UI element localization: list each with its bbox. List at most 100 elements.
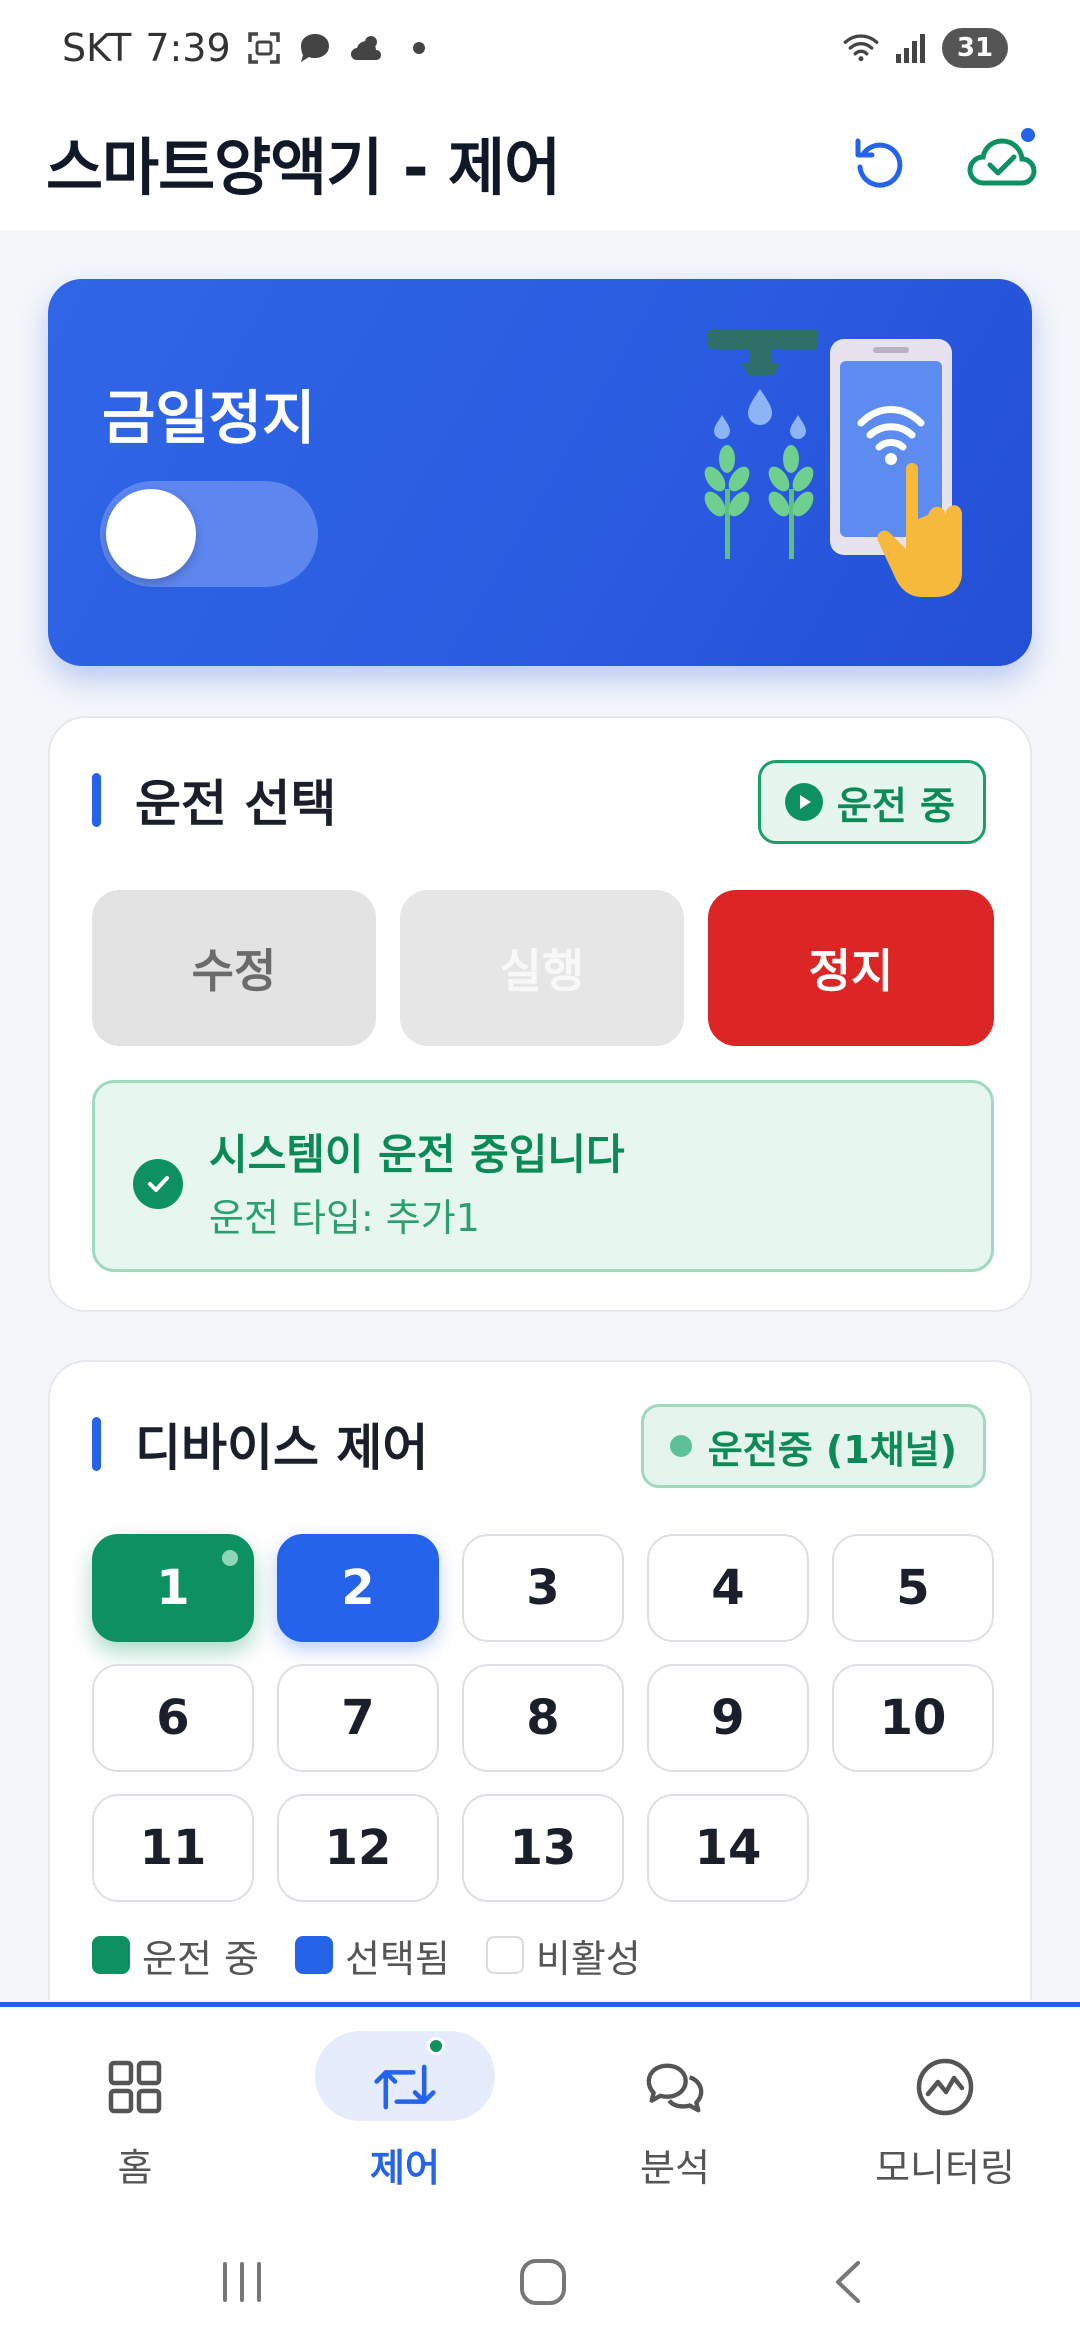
system-status-box: 시스템이 운전 중입니다 운전 타입: 추가1 xyxy=(92,1080,994,1272)
channel-label: 2 xyxy=(341,1560,375,1616)
operation-select-card: 운전 선택 운전 중 수정 실행 정지 시스템이 운전 중입니다 운전 타입: … xyxy=(48,716,1032,1312)
nav-active-badge xyxy=(427,2037,445,2055)
home-icon xyxy=(520,2259,566,2305)
channel-legend: 운전 중 선택됨 비활성 xyxy=(92,1928,677,1983)
channel-button-4[interactable]: 4 xyxy=(647,1534,809,1642)
channel-button-3[interactable]: 3 xyxy=(462,1534,624,1642)
today-stop-toggle[interactable] xyxy=(100,481,318,587)
run-button[interactable]: 실행 xyxy=(400,890,684,1046)
channel-button-2[interactable]: 2 xyxy=(277,1534,439,1642)
legend-running: 운전 중 xyxy=(92,1928,259,1983)
channel-button-13[interactable]: 13 xyxy=(462,1794,624,1902)
channel-running-dot-icon xyxy=(222,1550,238,1566)
carrier-label: SKT xyxy=(62,26,132,70)
device-section-header: 디바이스 제어 xyxy=(92,1414,428,1477)
legend-selected: 선택됨 xyxy=(294,1928,450,1983)
device-control-card: 디바이스 제어 운전중 (1채널) 1 2 3 4 5 6 7 8 9 10 11 12 13 14 운전… xyxy=(48,1360,1032,2000)
nav-item-control[interactable]: 제어 xyxy=(270,2007,540,2207)
operation-button-row: 수정 실행 정지 xyxy=(92,890,994,1046)
cloud-sync-button[interactable] xyxy=(962,123,1042,203)
status-bar-left: SKT 7:39 xyxy=(62,22,425,74)
nav-item-analysis[interactable]: 분석 xyxy=(540,2007,810,2207)
legend-inactive-label: 비활성 xyxy=(535,1936,641,1981)
channel-button-11[interactable]: 11 xyxy=(92,1794,254,1902)
running-status-label: 운전 중 xyxy=(836,783,955,828)
nav-label-control: 제어 xyxy=(370,2146,440,2190)
back-icon xyxy=(836,2261,860,2303)
legend-selected-swatch xyxy=(294,1936,333,1974)
channel-button-10[interactable]: 10 xyxy=(832,1664,994,1772)
channel-button-14[interactable]: 14 xyxy=(647,1794,809,1902)
channel-label: 13 xyxy=(509,1820,577,1876)
nav-item-home[interactable]: 홈 xyxy=(0,2007,270,2207)
screenshot-icon xyxy=(245,29,283,67)
channel-button-8[interactable]: 8 xyxy=(462,1664,624,1772)
channel-label: 3 xyxy=(526,1560,560,1616)
chat-icon xyxy=(643,2055,707,2119)
channel-button-7[interactable]: 7 xyxy=(277,1664,439,1772)
legend-running-label: 운전 중 xyxy=(142,1936,259,1981)
app-header: 스마트양액기 - 제어 xyxy=(0,95,1080,230)
channel-label: 9 xyxy=(711,1690,745,1746)
today-stop-title: 금일정지 xyxy=(102,384,316,452)
back-button[interactable] xyxy=(808,2242,888,2322)
legend-inactive: 비활성 xyxy=(485,1928,641,1983)
bottom-navigation: 홈 제어 분석 모니터링 xyxy=(0,2002,1080,2206)
channel-label: 8 xyxy=(526,1690,560,1746)
today-stop-card: 금일정지 xyxy=(48,279,1032,666)
recent-apps-icon xyxy=(223,2262,261,2302)
play-icon xyxy=(784,783,823,821)
channel-status-badge: 운전중 (1채널) xyxy=(640,1404,986,1488)
check-icon xyxy=(133,1159,183,1209)
swap-icon xyxy=(373,2055,437,2119)
wifi-icon xyxy=(842,29,880,67)
operation-type-text: 운전 타입: 추가1 xyxy=(209,1196,480,1240)
nav-label-analysis: 분석 xyxy=(640,2146,710,2190)
channel-label: 12 xyxy=(324,1820,392,1876)
monitor-chart-icon xyxy=(913,2055,977,2119)
refresh-button[interactable] xyxy=(838,123,918,203)
status-bar: SKT 7:39 31 xyxy=(0,0,1080,95)
home-button[interactable] xyxy=(503,2242,583,2322)
clock: 7:39 xyxy=(145,26,231,70)
channel-label: 7 xyxy=(341,1690,375,1746)
device-section-title: 디바이스 제어 xyxy=(135,1419,429,1477)
toggle-knob xyxy=(106,489,196,579)
channel-button-9[interactable]: 9 xyxy=(647,1664,809,1772)
channel-label: 5 xyxy=(896,1560,930,1616)
channel-button-12[interactable]: 12 xyxy=(277,1794,439,1902)
channel-button-6[interactable]: 6 xyxy=(92,1664,254,1772)
section-accent-bar xyxy=(92,773,101,827)
legend-inactive-swatch xyxy=(485,1936,524,1974)
channel-button-1[interactable]: 1 xyxy=(92,1534,254,1642)
edit-button[interactable]: 수정 xyxy=(92,890,376,1046)
notification-dot-icon xyxy=(412,42,425,54)
refresh-icon xyxy=(855,138,903,188)
signal-icon xyxy=(892,29,930,67)
legend-selected-label: 선택됨 xyxy=(344,1936,450,1981)
nav-item-monitoring[interactable]: 모니터링 xyxy=(810,2007,1080,2207)
channel-label: 1 xyxy=(156,1560,190,1616)
operation-section-header: 운전 선택 xyxy=(92,770,336,833)
page-title: 스마트양액기 - 제어 xyxy=(46,131,561,204)
running-dot-icon xyxy=(669,1435,692,1457)
status-bar-right: 31 xyxy=(842,22,1008,74)
running-status-badge: 운전 중 xyxy=(757,760,986,844)
system-navigation-bar xyxy=(0,2206,1080,2340)
legend-running-swatch xyxy=(92,1936,130,1974)
message-icon xyxy=(297,29,335,67)
channel-label: 10 xyxy=(879,1690,947,1746)
channel-button-5[interactable]: 5 xyxy=(832,1534,994,1642)
channel-label: 4 xyxy=(711,1560,745,1616)
battery-indicator: 31 xyxy=(942,28,1008,68)
section-accent-bar xyxy=(92,1417,101,1471)
smart-irrigation-illustration-icon xyxy=(704,329,962,597)
recent-apps-button[interactable] xyxy=(202,2242,282,2322)
nav-label-monitoring: 모니터링 xyxy=(875,2146,1015,2190)
operation-section-title: 운전 선택 xyxy=(135,775,337,833)
channel-label: 6 xyxy=(156,1690,190,1746)
stop-button[interactable]: 정지 xyxy=(708,890,994,1046)
sync-notification-dot xyxy=(1018,125,1038,145)
channel-label: 14 xyxy=(694,1820,762,1876)
channel-status-label: 운전중 (1채널) xyxy=(707,1427,957,1472)
